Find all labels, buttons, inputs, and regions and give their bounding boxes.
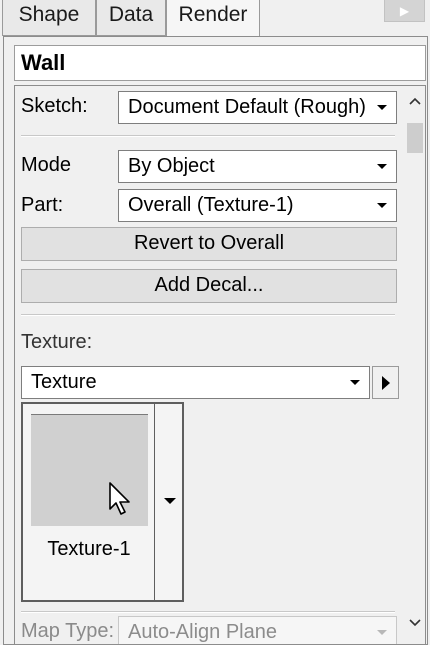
tab-scroll-right-icon[interactable]: ▶ — [384, 0, 425, 22]
sketch-value: Document Default (Rough) — [128, 96, 366, 118]
texture-swatch[interactable]: Texture-1 — [21, 402, 184, 602]
mode-dropdown[interactable]: By Object — [118, 150, 397, 183]
mode-value: By Object — [128, 155, 215, 177]
tab-data-label: Data — [108, 3, 154, 26]
mode-label: Mode — [21, 154, 72, 176]
chevron-down-icon — [368, 151, 396, 182]
tab-render-label: Render — [178, 3, 248, 26]
texture-dropdown[interactable]: Texture — [21, 366, 370, 399]
separator — [21, 314, 395, 316]
object-header: Wall — [14, 45, 426, 81]
tab-data[interactable]: Data — [96, 0, 166, 36]
chevron-down-icon — [368, 190, 396, 221]
render-properties: Sketch: Document Default (Rough) Mode By… — [14, 85, 426, 645]
scrollbar-thumb[interactable] — [407, 123, 423, 153]
add-decal-button[interactable]: Add Decal... — [21, 269, 397, 303]
texture-swatch-name: Texture-1 — [47, 538, 131, 560]
texture-preview[interactable] — [31, 414, 148, 526]
chevron-down-icon — [341, 367, 369, 398]
vertical-scrollbar[interactable] — [405, 86, 425, 644]
separator — [21, 611, 395, 613]
sketch-dropdown[interactable]: Document Default (Rough) — [118, 91, 397, 124]
chevron-up-icon[interactable] — [405, 90, 425, 112]
chevron-down-icon[interactable] — [405, 612, 425, 634]
chevron-down-icon — [368, 617, 396, 644]
map-type-value: Auto-Align Plane — [128, 621, 277, 643]
play-icon[interactable] — [372, 366, 399, 399]
sketch-label: Sketch: — [21, 95, 88, 117]
part-label: Part: — [21, 194, 64, 216]
part-value: Overall (Texture-1) — [128, 194, 294, 216]
texture-section-label: Texture: — [21, 331, 93, 353]
texture-dropdown-value: Texture — [31, 371, 97, 393]
tab-shape-label: Shape — [18, 3, 80, 26]
revert-to-overall-button[interactable]: Revert to Overall — [21, 227, 397, 261]
chevron-down-icon — [368, 92, 396, 123]
tab-strip: Shape Data Render ▶ — [0, 0, 430, 38]
separator — [21, 135, 395, 137]
object-title: Wall — [21, 50, 66, 75]
tab-render[interactable]: Render — [166, 0, 260, 38]
chevron-down-icon — [164, 498, 176, 504]
mouse-pointer-icon — [109, 482, 130, 515]
texture-swatch-dropdown[interactable] — [154, 402, 184, 602]
tab-shape[interactable]: Shape — [2, 0, 96, 36]
part-dropdown[interactable]: Overall (Texture-1) — [118, 189, 397, 222]
map-type-dropdown[interactable]: Auto-Align Plane — [118, 616, 397, 644]
map-type-label: Map Type: — [21, 620, 115, 642]
